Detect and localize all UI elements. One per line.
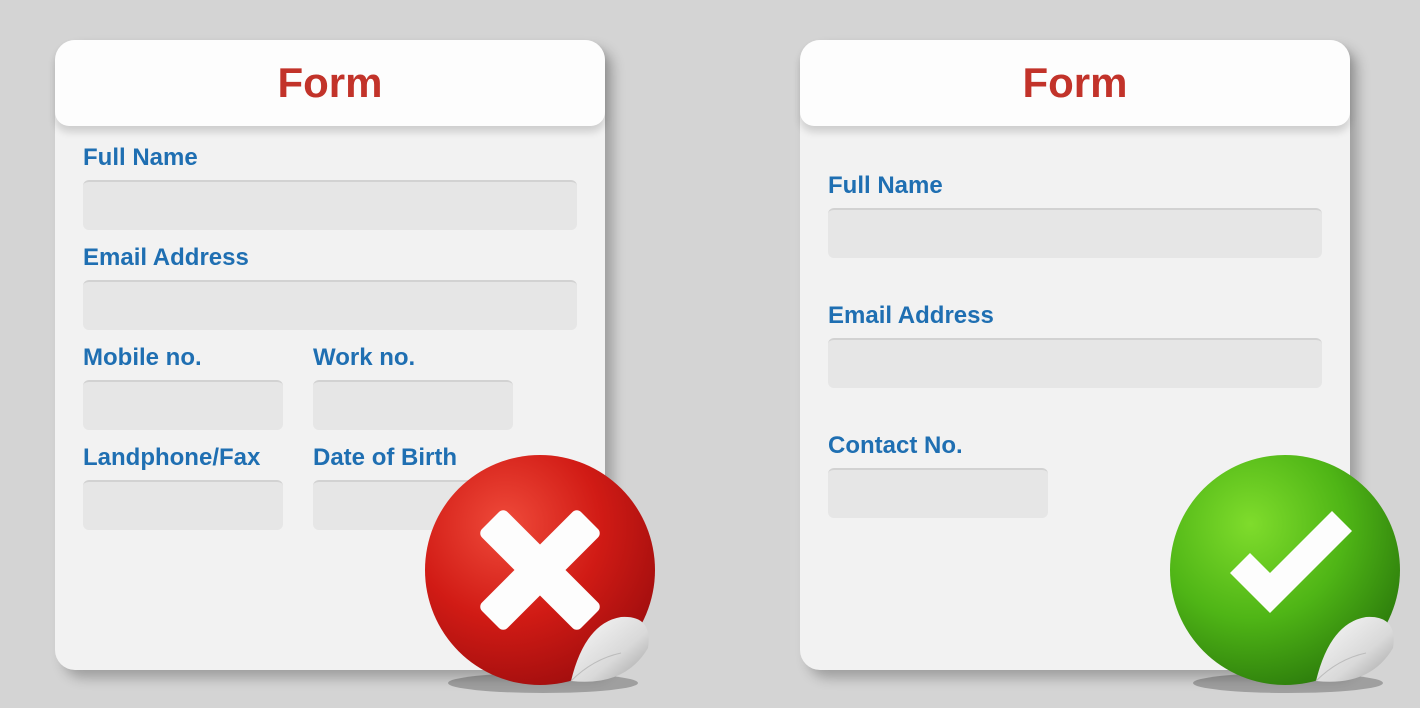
field-mobile: Mobile no. xyxy=(83,344,283,430)
field-email-good: Email Address xyxy=(828,302,1322,388)
field-full-name-good: Full Name xyxy=(828,172,1322,258)
input-full-name-good[interactable] xyxy=(828,208,1322,258)
incorrect-sticker-icon xyxy=(415,445,665,695)
input-email-good[interactable] xyxy=(828,338,1322,388)
input-full-name[interactable] xyxy=(83,180,577,230)
label-mobile: Mobile no. xyxy=(83,344,283,372)
good-form-title: Form xyxy=(1023,59,1128,107)
label-work: Work no. xyxy=(313,344,513,372)
input-contact-good[interactable] xyxy=(828,468,1048,518)
good-form-card: Form Full Name Email Address Contact No. xyxy=(800,40,1350,670)
input-mobile[interactable] xyxy=(83,380,283,430)
field-landphone: Landphone/Fax xyxy=(83,444,283,530)
bad-form-title: Form xyxy=(278,59,383,107)
input-email[interactable] xyxy=(83,280,577,330)
label-email: Email Address xyxy=(83,244,577,272)
bad-form-header: Form xyxy=(55,40,605,126)
field-email: Email Address xyxy=(83,244,577,330)
good-form-header: Form xyxy=(800,40,1350,126)
label-landphone: Landphone/Fax xyxy=(83,444,283,472)
bad-form-card: Form Full Name Email Address Mobile no. … xyxy=(55,40,605,670)
label-email-good: Email Address xyxy=(828,302,1322,330)
correct-sticker-icon xyxy=(1160,445,1410,695)
field-full-name: Full Name xyxy=(83,144,577,230)
input-work[interactable] xyxy=(313,380,513,430)
input-landphone[interactable] xyxy=(83,480,283,530)
field-work: Work no. xyxy=(313,344,513,430)
label-full-name-good: Full Name xyxy=(828,172,1322,200)
label-full-name: Full Name xyxy=(83,144,577,172)
